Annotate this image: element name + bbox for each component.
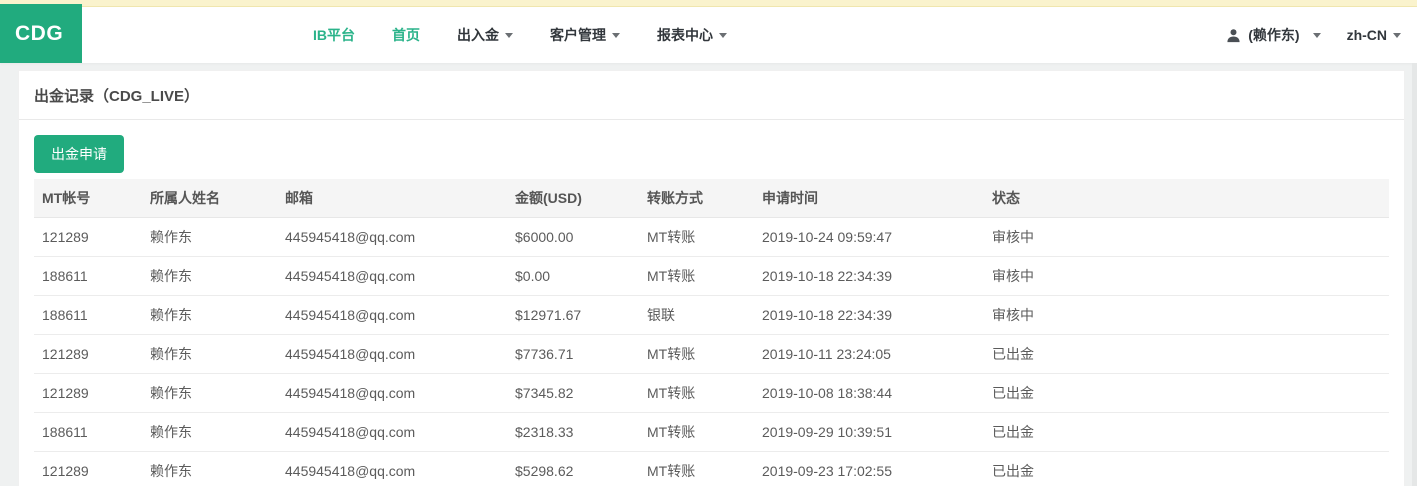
- nav-item-ib-platform[interactable]: IB平台: [313, 25, 355, 45]
- table-row: 121289赖作东445945418@qq.com$7345.82MT转账201…: [34, 374, 1389, 413]
- table-cell: 445945418@qq.com: [277, 452, 507, 486]
- table-row: 121289赖作东445945418@qq.com$6000.00MT转账201…: [34, 218, 1389, 257]
- table-cell: 2019-09-29 10:39:51: [754, 413, 984, 452]
- table-row: 121289赖作东445945418@qq.com$7736.71MT转账201…: [34, 335, 1389, 374]
- table-cell: 审核中: [984, 218, 1389, 257]
- user-menu[interactable]: (赖作东): [1226, 25, 1320, 45]
- table-cell: 银联: [639, 296, 754, 335]
- table-cell: 188611: [34, 296, 142, 335]
- language-selector[interactable]: zh-CN: [1347, 27, 1401, 43]
- vertical-scrollbar[interactable]: [1412, 63, 1417, 486]
- nav-item-deposit-withdraw[interactable]: 出入金: [457, 25, 513, 45]
- column-header-apply-time: 申请时间: [754, 179, 984, 218]
- table-cell: 已出金: [984, 335, 1389, 374]
- table-cell: 赖作东: [142, 218, 277, 257]
- nav-item-report-center[interactable]: 报表中心: [657, 25, 727, 45]
- table-cell: 2019-10-08 18:38:44: [754, 374, 984, 413]
- top-navbar: CDG IB平台 首页 出入金 客户管理 报表中心 (赖作东): [0, 7, 1417, 63]
- nav-item-label: IB平台: [313, 27, 355, 43]
- table-cell: 2019-10-18 22:34:39: [754, 296, 984, 335]
- nav-item-label: 报表中心: [657, 27, 713, 43]
- table-cell: MT转账: [639, 218, 754, 257]
- language-label: zh-CN: [1347, 27, 1387, 43]
- table-row: 121289赖作东445945418@qq.com$5298.62MT转账201…: [34, 452, 1389, 486]
- table-cell: 已出金: [984, 452, 1389, 486]
- column-header-status: 状态: [984, 179, 1389, 218]
- panel-body: 出金申请 MT帐号 所属人姓名 邮箱 金额(USD) 转账方式 申请时间 状态 …: [19, 120, 1404, 486]
- user-icon: [1226, 28, 1241, 43]
- table-cell: 445945418@qq.com: [277, 218, 507, 257]
- withdrawal-records-panel: 出金记录（CDG_LIVE） 出金申请 MT帐号 所属人姓名 邮箱 金额(USD…: [18, 70, 1405, 486]
- table-cell: 赖作东: [142, 413, 277, 452]
- chevron-down-icon: [1313, 33, 1321, 38]
- table-cell: 赖作东: [142, 296, 277, 335]
- column-header-email: 邮箱: [277, 179, 507, 218]
- chevron-down-icon: [612, 33, 620, 38]
- table-cell: 审核中: [984, 296, 1389, 335]
- user-name: (赖作东): [1248, 25, 1299, 45]
- table-cell: 121289: [34, 452, 142, 486]
- table-cell: 445945418@qq.com: [277, 335, 507, 374]
- table-cell: MT转账: [639, 335, 754, 374]
- table-cell: 188611: [34, 413, 142, 452]
- table-row: 188611赖作东445945418@qq.com$12971.67银联2019…: [34, 296, 1389, 335]
- chevron-down-icon: [1393, 33, 1401, 38]
- nav-item-label: 首页: [392, 27, 420, 43]
- table-cell: $7736.71: [507, 335, 639, 374]
- table-cell: 121289: [34, 335, 142, 374]
- table-cell: 赖作东: [142, 452, 277, 486]
- header-right: (赖作东) zh-CN: [1226, 25, 1401, 45]
- table-cell: 已出金: [984, 374, 1389, 413]
- table-cell: 445945418@qq.com: [277, 374, 507, 413]
- table-row: 188611赖作东445945418@qq.com$0.00MT转账2019-1…: [34, 257, 1389, 296]
- page-title: 出金记录（CDG_LIVE）: [19, 71, 1404, 120]
- table-header-row: MT帐号 所属人姓名 邮箱 金额(USD) 转账方式 申请时间 状态: [34, 179, 1389, 218]
- column-header-transfer-method: 转账方式: [639, 179, 754, 218]
- table-cell: 445945418@qq.com: [277, 413, 507, 452]
- nav-item-label: 出入金: [457, 27, 499, 43]
- table-cell: $0.00: [507, 257, 639, 296]
- column-header-amount-usd: 金额(USD): [507, 179, 639, 218]
- table-cell: 已出金: [984, 413, 1389, 452]
- table-cell: 445945418@qq.com: [277, 257, 507, 296]
- chevron-down-icon: [719, 33, 727, 38]
- withdrawal-records-table: MT帐号 所属人姓名 邮箱 金额(USD) 转账方式 申请时间 状态 12128…: [34, 179, 1389, 486]
- table-cell: 121289: [34, 374, 142, 413]
- table-cell: MT转账: [639, 413, 754, 452]
- nav-item-home[interactable]: 首页: [392, 25, 420, 45]
- table-cell: 121289: [34, 218, 142, 257]
- table-cell: $7345.82: [507, 374, 639, 413]
- table-cell: $6000.00: [507, 218, 639, 257]
- table-cell: MT转账: [639, 374, 754, 413]
- withdrawal-apply-button[interactable]: 出金申请: [34, 135, 124, 173]
- brand-logo[interactable]: CDG: [0, 4, 82, 63]
- table-cell: 赖作东: [142, 374, 277, 413]
- table-cell: 2019-10-18 22:34:39: [754, 257, 984, 296]
- top-notice-strip: [0, 0, 1417, 7]
- table-row: 188611赖作东445945418@qq.com$2318.33MT转账201…: [34, 413, 1389, 452]
- table-cell: 审核中: [984, 257, 1389, 296]
- table-cell: $2318.33: [507, 413, 639, 452]
- main-nav: IB平台 首页 出入金 客户管理 报表中心: [313, 25, 727, 45]
- table-cell: 188611: [34, 257, 142, 296]
- column-header-mt-account: MT帐号: [34, 179, 142, 218]
- table-cell: 2019-09-23 17:02:55: [754, 452, 984, 486]
- table-cell: $12971.67: [507, 296, 639, 335]
- chevron-down-icon: [505, 33, 513, 38]
- table-body: 121289赖作东445945418@qq.com$6000.00MT转账201…: [34, 218, 1389, 486]
- column-header-owner-name: 所属人姓名: [142, 179, 277, 218]
- nav-item-label: 客户管理: [550, 27, 606, 43]
- table-cell: 赖作东: [142, 257, 277, 296]
- nav-item-client-management[interactable]: 客户管理: [550, 25, 620, 45]
- table-cell: 2019-10-24 09:59:47: [754, 218, 984, 257]
- table-cell: 2019-10-11 23:24:05: [754, 335, 984, 374]
- table-cell: MT转账: [639, 257, 754, 296]
- table-cell: MT转账: [639, 452, 754, 486]
- table-cell: 赖作东: [142, 335, 277, 374]
- table-cell: 445945418@qq.com: [277, 296, 507, 335]
- table-cell: $5298.62: [507, 452, 639, 486]
